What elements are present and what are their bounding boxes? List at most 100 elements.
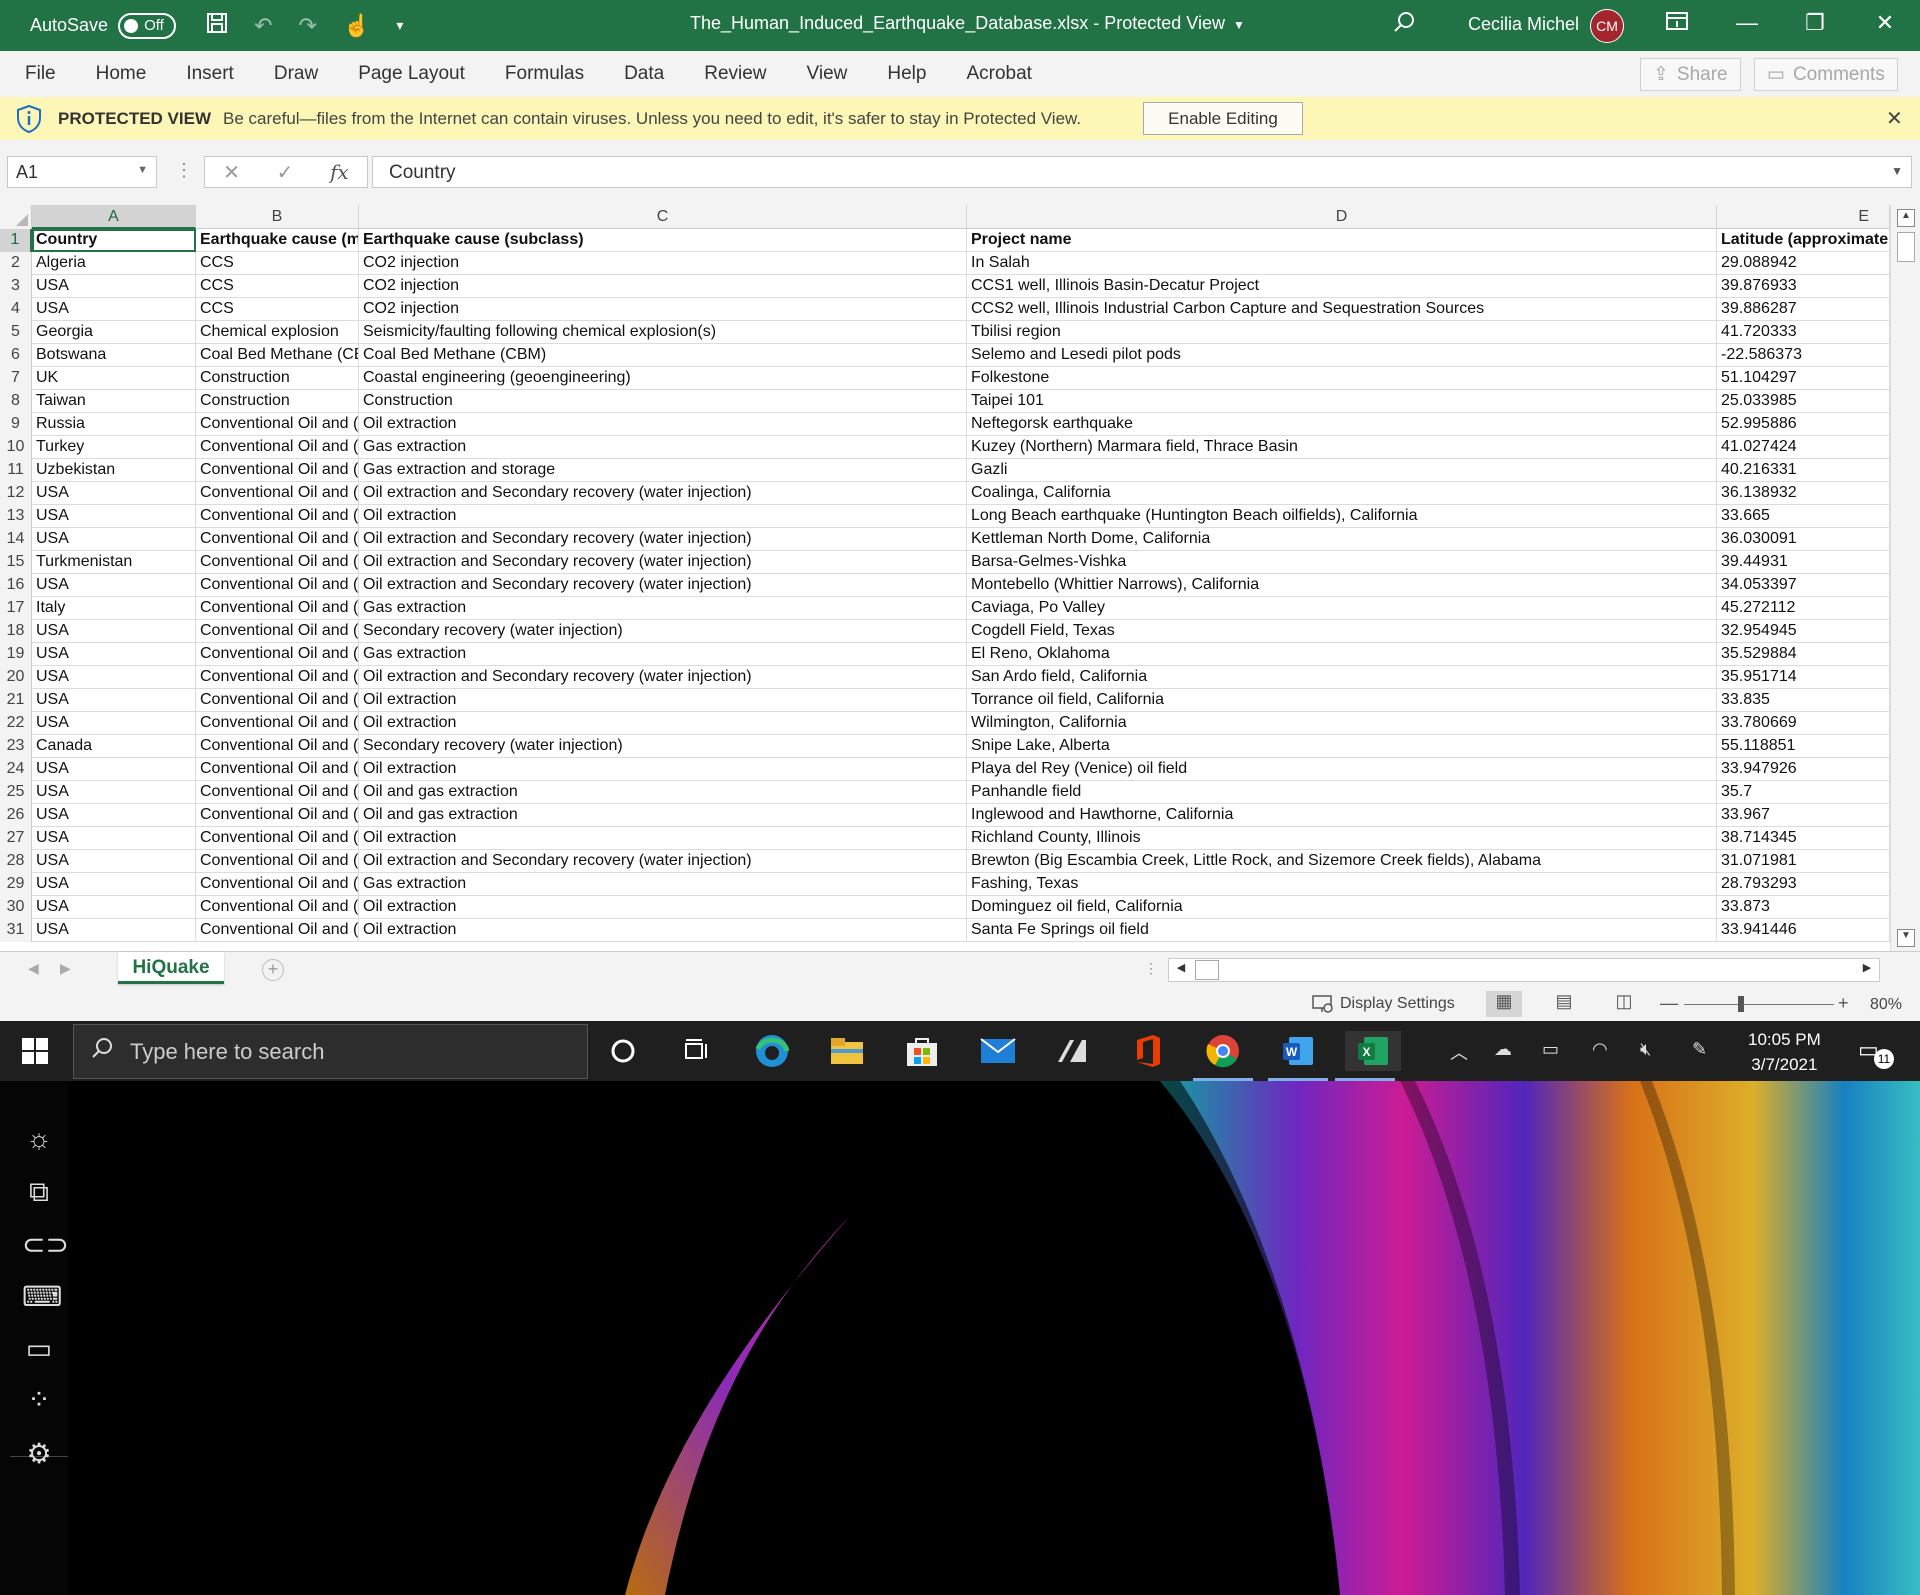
cell-e[interactable]: 45.272112 (1717, 597, 1890, 620)
column-header-e[interactable]: E (1717, 205, 1890, 229)
row-number[interactable]: 15 (0, 551, 32, 574)
settings-icon[interactable]: ⚙ (22, 1437, 56, 1471)
tab-page-layout[interactable]: Page Layout (358, 63, 465, 85)
cell-a[interactable]: USA (32, 643, 196, 666)
link-icon[interactable]: ⊂⊃ (22, 1228, 69, 1262)
cell-b[interactable]: Conventional Oil and ( (196, 873, 359, 896)
cell-a[interactable]: Turkey (32, 436, 196, 459)
cell-c[interactable]: Oil extraction (359, 689, 967, 712)
cell-e[interactable]: 33.873 (1717, 896, 1890, 919)
cell-e[interactable]: 36.030091 (1717, 528, 1890, 551)
restore-icon[interactable]: ❐ (1800, 10, 1830, 36)
scroll-right-icon[interactable]: ▶ (1857, 961, 1877, 979)
row-number[interactable]: 13 (0, 505, 32, 528)
row-number[interactable]: 31 (0, 919, 32, 942)
cell-d1[interactable]: Project name (967, 229, 1717, 252)
scroll-down-icon[interactable]: ▼ (1897, 929, 1915, 947)
wifi-icon[interactable]: ◠ (1592, 1039, 1608, 1060)
cell-c[interactable]: Oil and gas extraction (359, 781, 967, 804)
add-sheet-icon[interactable]: + (262, 959, 284, 981)
row-number[interactable]: 1 (0, 229, 32, 252)
row-number[interactable]: 23 (0, 735, 32, 758)
cell-c[interactable]: Gas extraction (359, 436, 967, 459)
tab-draw[interactable]: Draw (274, 63, 318, 85)
cell-b[interactable]: Conventional Oil and ( (196, 505, 359, 528)
cell-d[interactable]: CCS1 well, Illinois Basin-Decatur Projec… (967, 275, 1717, 298)
cell-b[interactable]: Conventional Oil and ( (196, 712, 359, 735)
cell-b[interactable]: Conventional Oil and ( (196, 620, 359, 643)
autosave-control[interactable]: AutoSave Off (30, 12, 177, 39)
cell-d[interactable]: Neftegorsk earthquake (967, 413, 1717, 436)
cell-c[interactable]: Gas extraction (359, 643, 967, 666)
row-number[interactable]: 29 (0, 873, 32, 896)
cell-d[interactable]: Caviaga, Po Valley (967, 597, 1717, 620)
cell-b[interactable]: Conventional Oil and ( (196, 643, 359, 666)
cell-e[interactable]: 35.529884 (1717, 643, 1890, 666)
clock[interactable]: 10:05 PM 3/7/2021 (1748, 1027, 1821, 1077)
cell-c[interactable]: Oil extraction (359, 505, 967, 528)
tab-insert[interactable]: Insert (186, 63, 234, 85)
task-view-icon[interactable] (676, 1031, 716, 1071)
row-number[interactable]: 22 (0, 712, 32, 735)
cell-b[interactable]: Conventional Oil and ( (196, 666, 359, 689)
cell-d[interactable]: Kettleman North Dome, California (967, 528, 1717, 551)
pen-icon[interactable]: ✎ (1692, 1039, 1707, 1060)
row-number[interactable]: 2 (0, 252, 32, 275)
cell-e[interactable]: 34.053397 (1717, 574, 1890, 597)
cell-d[interactable]: El Reno, Oklahoma (967, 643, 1717, 666)
cell-d[interactable]: Snipe Lake, Alberta (967, 735, 1717, 758)
cell-e[interactable]: 32.954945 (1717, 620, 1890, 643)
row-number[interactable]: 4 (0, 298, 32, 321)
cell-b[interactable]: Conventional Oil and ( (196, 781, 359, 804)
cell-e[interactable]: -22.586373 (1717, 344, 1890, 367)
row-number[interactable]: 26 (0, 804, 32, 827)
row-number[interactable]: 14 (0, 528, 32, 551)
row-number[interactable]: 9 (0, 413, 32, 436)
cell-a[interactable]: USA (32, 528, 196, 551)
cell-a[interactable]: USA (32, 919, 196, 942)
cell-b[interactable]: Conventional Oil and ( (196, 459, 359, 482)
cell-e[interactable]: 31.071981 (1717, 850, 1890, 873)
tab-home[interactable]: Home (96, 63, 147, 85)
app-icon[interactable] (1053, 1031, 1093, 1071)
cell-a[interactable]: USA (32, 298, 196, 321)
cell-d[interactable]: Selemo and Lesedi pilot pods (967, 344, 1717, 367)
insert-function-icon[interactable]: fx (330, 160, 349, 184)
cell-d[interactable]: CCS2 well, Illinois Industrial Carbon Ca… (967, 298, 1717, 321)
row-number[interactable]: 24 (0, 758, 32, 781)
row-number[interactable]: 28 (0, 850, 32, 873)
cell-a[interactable]: USA (32, 505, 196, 528)
cell-d[interactable]: In Salah (967, 252, 1717, 275)
cell-d[interactable]: Torrance oil field, California (967, 689, 1717, 712)
cell-a[interactable]: Georgia (32, 321, 196, 344)
cell-e[interactable]: 36.138932 (1717, 482, 1890, 505)
cell-b[interactable]: CCS (196, 252, 359, 275)
cell-a[interactable]: USA (32, 896, 196, 919)
cell-e[interactable]: 51.104297 (1717, 367, 1890, 390)
row-number[interactable]: 20 (0, 666, 32, 689)
cell-b[interactable]: Construction (196, 367, 359, 390)
cell-b[interactable]: Conventional Oil and ( (196, 850, 359, 873)
row-number[interactable]: 19 (0, 643, 32, 666)
scroll-up-icon[interactable]: ▲ (1897, 209, 1915, 227)
tab-acrobat[interactable]: Acrobat (966, 63, 1031, 85)
cell-b[interactable]: Construction (196, 390, 359, 413)
cell-c[interactable]: CO2 injection (359, 298, 967, 321)
cell-c[interactable]: Coal Bed Methane (CBM) (359, 344, 967, 367)
cell-d[interactable]: Playa del Rey (Venice) oil field (967, 758, 1717, 781)
column-header-b[interactable]: B (196, 205, 359, 229)
cell-c[interactable]: Gas extraction and storage (359, 459, 967, 482)
cell-a[interactable]: USA (32, 482, 196, 505)
cell-c[interactable]: Seismicity/faulting following chemical e… (359, 321, 967, 344)
row-number[interactable]: 10 (0, 436, 32, 459)
show-hidden-icons-icon[interactable]: ︿ (1450, 1039, 1468, 1065)
vertical-scrollbar[interactable]: ▲ ▼ (1890, 205, 1920, 951)
cell-c[interactable]: Oil extraction (359, 896, 967, 919)
chevron-down-icon[interactable]: ▼ (137, 164, 148, 176)
cell-d[interactable]: Folkestone (967, 367, 1717, 390)
cell-e[interactable]: 29.088942 (1717, 252, 1890, 275)
cell-b[interactable]: Conventional Oil and ( (196, 896, 359, 919)
mail-icon[interactable] (978, 1031, 1018, 1071)
tab-help[interactable]: Help (887, 63, 926, 85)
cell-d[interactable]: Kuzey (Northern) Marmara field, Thrace B… (967, 436, 1717, 459)
